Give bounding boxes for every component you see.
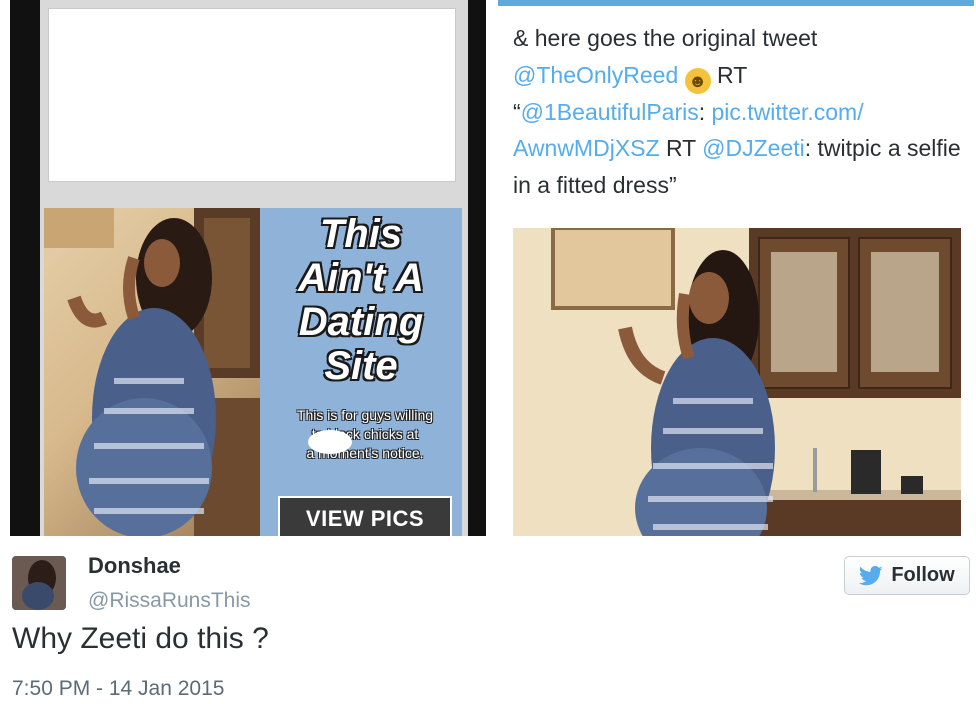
ad-headline-line: Ain't A	[298, 256, 424, 300]
rt-label: RT	[665, 135, 696, 161]
blank-content-box	[48, 8, 456, 182]
open-quote: “	[513, 98, 521, 125]
left-screenshot-panel: This Ain't A Dating Site This is for guy…	[10, 0, 486, 536]
follow-label: Follow	[891, 564, 955, 586]
mention-link[interactable]: @TheOnlyReed	[513, 62, 678, 88]
quote-intro: & here goes the original tweet	[513, 25, 818, 51]
ad-headline-line: This	[319, 212, 403, 256]
ad-photo	[44, 208, 260, 536]
tweet-timestamp[interactable]: 7:50 PM - 14 Jan 2015	[12, 677, 224, 701]
avatar[interactable]	[12, 556, 66, 610]
ad-subtext-line: This is for guys willing	[296, 407, 434, 423]
display-name[interactable]: Donshae	[88, 553, 181, 579]
mention-link[interactable]: @1BeautifulParis	[521, 99, 699, 125]
rt-label: RT	[717, 61, 748, 88]
ad-panel: This Ain't A Dating Site This is for guy…	[260, 208, 462, 536]
avatar-image	[12, 556, 66, 610]
pic-link[interactable]: AwnwMDjXSZ	[513, 135, 660, 161]
user-handle[interactable]: @RissaRunsThis	[88, 589, 251, 613]
quoted-tweet-text: & here goes the original tweet @TheOnlyR…	[513, 20, 963, 203]
top-accent-bar	[498, 0, 974, 6]
ad-subtext: This is for guys willing to black chicks…	[270, 406, 460, 463]
ad-headline: This Ain't A Dating Site	[260, 212, 462, 388]
twitter-bird-icon	[859, 565, 883, 585]
ad-subtext-line: to black chicks at	[311, 426, 419, 442]
tweet-text: Why Zeeti do this ?	[12, 622, 269, 655]
pic-link[interactable]: pic.twitter.com/	[712, 99, 864, 125]
view-pics-button[interactable]: VIEW PICS	[278, 496, 452, 536]
ad-subtext-line: a moment's notice.	[306, 445, 424, 461]
ad-headline-line: Dating	[298, 300, 424, 344]
ad-headline-line: Site	[324, 344, 398, 388]
follow-button[interactable]: Follow	[844, 556, 970, 595]
tweet-photo-illustration	[513, 228, 961, 536]
colon: :	[698, 98, 706, 125]
laughing-tears-emoji-icon: ☻	[684, 67, 711, 94]
ad-photo-illustration	[44, 208, 260, 536]
tweet-photo[interactable]	[513, 228, 961, 536]
left-screenshot-screen: This Ain't A Dating Site This is for guy…	[40, 0, 468, 536]
censor-blur	[308, 430, 352, 454]
mention-link[interactable]: @DJZeeti	[702, 135, 805, 161]
